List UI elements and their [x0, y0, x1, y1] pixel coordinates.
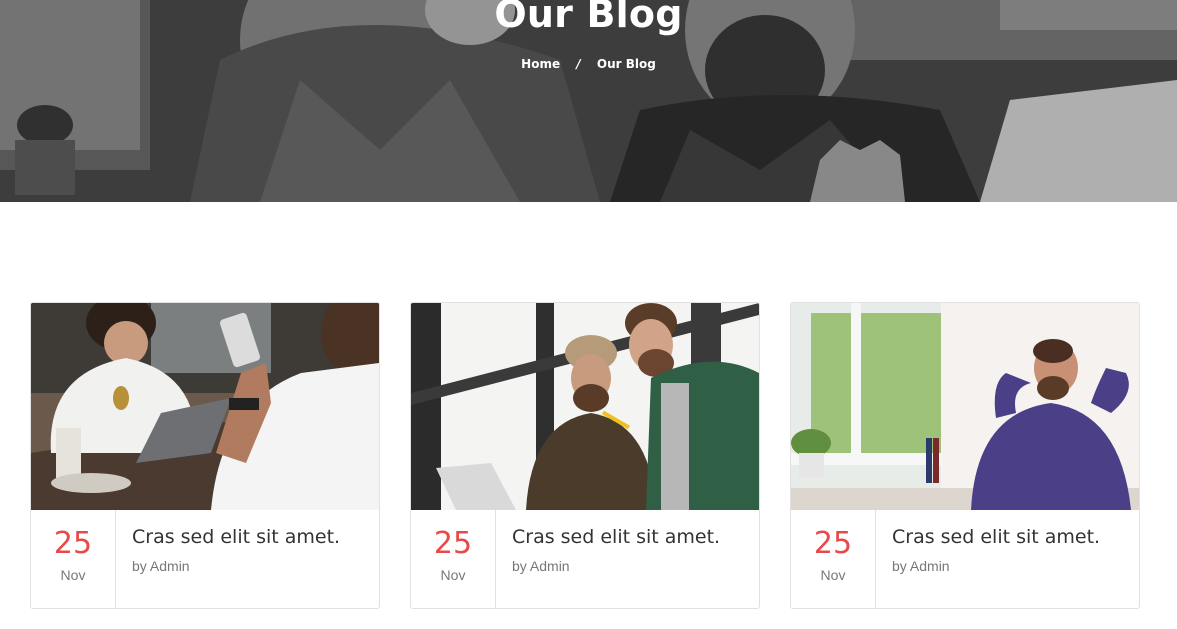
page-title: Our Blog — [494, 0, 683, 36]
blog-post-card[interactable]: 25 Nov Cras sed elit sit amet. by Admin — [410, 302, 760, 609]
post-date-month: Nov — [440, 567, 466, 583]
post-meta: 25 Nov Cras sed elit sit amet. by Admin — [31, 510, 379, 608]
post-date-day: 25 — [53, 526, 93, 561]
post-date-month: Nov — [60, 567, 86, 583]
post-date-box: 25 Nov — [791, 510, 876, 608]
post-date-day: 25 — [813, 526, 853, 561]
blog-post-card[interactable]: 25 Nov Cras sed elit sit amet. by Admin — [30, 302, 380, 609]
post-image-man-relaxing[interactable] — [791, 303, 1139, 510]
post-meta: 25 Nov Cras sed elit sit amet. by Admin — [411, 510, 759, 608]
post-date-box: 25 Nov — [411, 510, 496, 608]
post-title-link[interactable]: Cras sed elit sit amet. — [512, 526, 720, 548]
post-image-cafe-meeting[interactable] — [31, 303, 379, 510]
post-date-box: 25 Nov — [31, 510, 116, 608]
post-date-month: Nov — [820, 567, 846, 583]
post-date-day: 25 — [433, 526, 473, 561]
post-image-two-men-laptop[interactable] — [411, 303, 759, 510]
post-meta: 25 Nov Cras sed elit sit amet. by Admin — [791, 510, 1139, 608]
post-title-link[interactable]: Cras sed elit sit amet. — [132, 526, 340, 548]
breadcrumb-separator: / — [576, 57, 581, 71]
hero-banner: Our Blog Home / Our Blog — [0, 0, 1177, 202]
breadcrumb-current: Our Blog — [596, 57, 656, 71]
breadcrumb: Home / Our Blog — [0, 57, 1177, 71]
post-author: by Admin — [132, 558, 190, 574]
blog-post-card[interactable]: 25 Nov Cras sed elit sit amet. by Admin — [790, 302, 1140, 609]
post-author: by Admin — [512, 558, 570, 574]
post-title-link[interactable]: Cras sed elit sit amet. — [892, 526, 1100, 548]
breadcrumb-home-link[interactable]: Home — [521, 57, 560, 71]
post-author: by Admin — [892, 558, 950, 574]
